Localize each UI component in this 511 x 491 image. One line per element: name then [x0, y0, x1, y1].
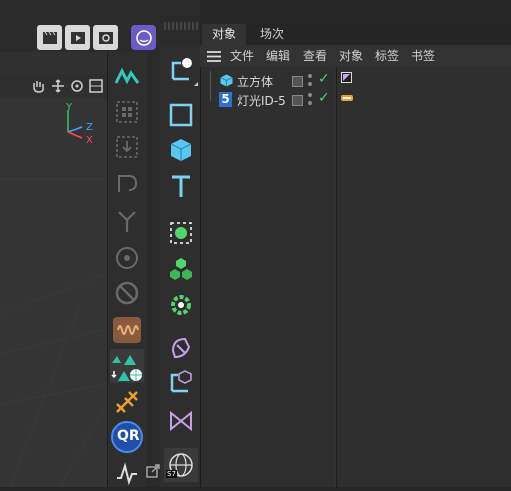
transform-icon[interactable]: [164, 364, 198, 398]
scissors-icon[interactable]: [110, 385, 144, 419]
gear-effector-icon[interactable]: [164, 288, 198, 322]
globe-icon[interactable]: S7: [164, 448, 198, 482]
axis-y-label: Y: [66, 102, 73, 113]
square-spline-icon[interactable]: [164, 98, 198, 132]
globe-badge: S7: [166, 470, 177, 478]
cube-primitive-icon[interactable]: [164, 133, 198, 167]
clapper-play-icon: [70, 31, 85, 44]
open-external-icon[interactable]: [146, 464, 160, 478]
viewport-header: [0, 52, 107, 75]
enabled-check-icon[interactable]: ✓: [318, 90, 330, 106]
pan-hand-icon[interactable]: [31, 79, 45, 93]
rotate-view-icon[interactable]: [70, 79, 84, 93]
render-view-button[interactable]: [37, 25, 62, 50]
tab-takes[interactable]: 场次: [250, 24, 294, 45]
drop-icon[interactable]: [110, 130, 144, 164]
list-item[interactable]: 立方体 ✓: [201, 71, 335, 90]
generator-icon[interactable]: [164, 216, 198, 250]
qr-button[interactable]: QR: [110, 420, 144, 454]
target-icon[interactable]: [110, 241, 144, 275]
field-icon[interactable]: [164, 404, 198, 438]
render-settings-button[interactable]: [93, 25, 118, 50]
cube-icon: [220, 74, 233, 87]
clapper-icon: [42, 31, 57, 44]
palette-separator: [147, 52, 160, 487]
layer-toggle-icon[interactable]: [292, 76, 303, 87]
group-icon[interactable]: [110, 95, 144, 129]
qr-label: QR: [117, 428, 140, 444]
editor-visibility-dot[interactable]: [308, 74, 312, 78]
menu-edit[interactable]: 编辑: [266, 45, 290, 67]
cloner-icon[interactable]: [164, 252, 198, 286]
null-object-icon[interactable]: [164, 52, 198, 86]
motion-tracker-icon[interactable]: [110, 60, 144, 94]
editor-visibility-dot[interactable]: [308, 93, 312, 97]
split-icon[interactable]: [110, 204, 144, 238]
spline-icon[interactable]: [110, 457, 144, 491]
rotate-axis-icon[interactable]: [110, 166, 144, 200]
panel-tabs: 对象 场次: [200, 24, 511, 45]
cloud-button[interactable]: [131, 25, 156, 50]
list-item[interactable]: 5 灯光ID-5 ✓: [201, 90, 335, 109]
panel-menubar: 文件 编辑 查看 对象 标签 书签: [200, 45, 511, 67]
clapper-gear-icon: [98, 31, 113, 44]
light-tag-icon[interactable]: [341, 94, 353, 102]
text-icon[interactable]: [164, 169, 198, 203]
menu-bookmarks[interactable]: 书签: [411, 45, 435, 67]
render-visibility-dot[interactable]: [308, 82, 312, 86]
display-tag-icon[interactable]: [341, 72, 352, 83]
menu-tags[interactable]: 标签: [375, 45, 399, 67]
axis-z-label: Z: [86, 122, 93, 133]
object-name: 灯光ID-5: [237, 94, 286, 108]
object-name: 立方体: [237, 75, 274, 89]
layer-toggle-icon[interactable]: [292, 95, 303, 106]
render-visibility-dot[interactable]: [308, 101, 312, 105]
menu-file[interactable]: 文件: [230, 45, 254, 67]
axis-x-label: X: [86, 135, 93, 146]
ban-icon[interactable]: [110, 276, 144, 310]
menu-object[interactable]: 对象: [339, 45, 363, 67]
move-arrows-icon[interactable]: [51, 79, 65, 93]
deformer-icon[interactable]: [164, 330, 198, 364]
tags-column[interactable]: [336, 67, 511, 487]
viewport-toolbar: [0, 74, 107, 98]
object-list[interactable]: 立方体 ✓ 5 灯光ID-5 ✓: [201, 67, 335, 487]
enabled-check-icon[interactable]: ✓: [318, 71, 330, 87]
cloud-circle-icon: [135, 29, 152, 46]
palette-grip[interactable]: [164, 22, 200, 30]
menu-view[interactable]: 查看: [303, 45, 327, 67]
tab-objects[interactable]: 对象: [202, 24, 247, 45]
terrain-icon[interactable]: [110, 349, 144, 383]
render-button[interactable]: [65, 25, 90, 50]
maximize-view-icon[interactable]: [89, 79, 103, 93]
hamburger-menu-icon[interactable]: [207, 51, 221, 62]
wave-icon[interactable]: [110, 313, 144, 347]
light-id-5-icon: 5: [219, 92, 232, 107]
